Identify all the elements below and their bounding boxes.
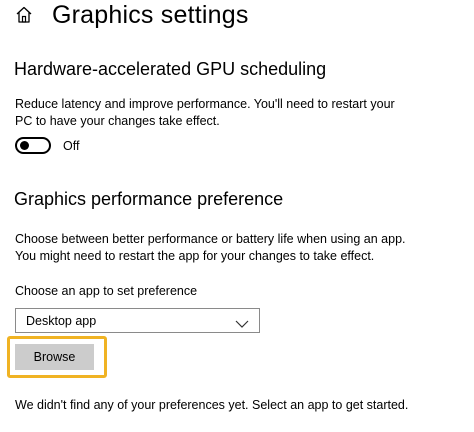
- toggle-knob: [20, 141, 29, 150]
- gpu-description-line2: PC to have your changes take effect.: [15, 114, 220, 128]
- app-type-selected-value: Desktop app: [26, 313, 97, 328]
- page-header: Graphics settings: [14, 0, 249, 30]
- gpu-scheduling-description: Reduce latency and improve performance. …: [15, 96, 415, 130]
- chevron-down-icon: [235, 317, 249, 328]
- home-icon[interactable]: [14, 5, 34, 25]
- gpu-scheduling-toggle[interactable]: [15, 137, 51, 154]
- gpu-scheduling-title: Hardware-accelerated GPU scheduling: [14, 59, 327, 79]
- gpu-scheduling-toggle-row: Off: [15, 137, 79, 154]
- gpu-description-line1: Reduce latency and improve performance. …: [15, 97, 395, 111]
- choose-app-label: Choose an app to set preference: [15, 284, 198, 298]
- toggle-state-label: Off: [63, 138, 80, 153]
- preference-description-line2: You might need to restart the app for yo…: [15, 249, 375, 263]
- performance-preference-title: Graphics performance preference: [14, 189, 284, 209]
- page-title: Graphics settings: [52, 0, 249, 29]
- app-type-dropdown[interactable]: Desktop app: [15, 308, 260, 333]
- preference-description-line1: Choose between better performance or bat…: [15, 232, 406, 246]
- empty-preferences-message: We didn't find any of your preferences y…: [15, 398, 409, 412]
- performance-preference-description: Choose between better performance or bat…: [15, 231, 415, 265]
- browse-button[interactable]: Browse: [15, 344, 94, 370]
